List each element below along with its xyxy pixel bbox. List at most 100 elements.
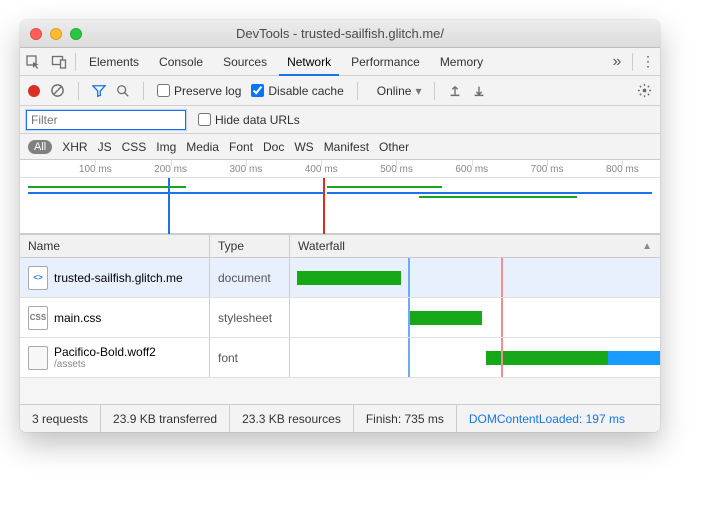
column-type-header[interactable]: Type xyxy=(210,235,290,257)
column-headers: Name Type Waterfall ▲ xyxy=(20,234,660,258)
device-toolbar-icon[interactable] xyxy=(46,49,72,75)
separator xyxy=(632,53,633,71)
type-filter-css[interactable]: CSS xyxy=(122,140,147,154)
status-domcontentloaded: DOMContentLoaded: 197 ms xyxy=(457,405,637,432)
request-waterfall-cell xyxy=(290,338,660,377)
type-filter-manifest[interactable]: Manifest xyxy=(324,140,369,154)
timeline-tick-label: 300 ms xyxy=(229,164,262,175)
type-filter-font[interactable]: Font xyxy=(229,140,253,154)
preserve-log-checkbox[interactable]: Preserve log xyxy=(157,84,241,98)
timeline-bar xyxy=(28,186,186,188)
throttling-value: Online xyxy=(377,84,412,98)
timeline-bar xyxy=(28,192,323,194)
waterfall-marker-line xyxy=(501,298,503,337)
devtools-window: DevTools - trusted-sailfish.glitch.me/ E… xyxy=(20,20,660,432)
request-type-filters: All XHR JS CSS Img Media Font Doc WS Manifest Othe… xyxy=(20,134,660,160)
timeline-tick-label: 800 ms xyxy=(606,164,639,175)
type-filter-ws[interactable]: WS xyxy=(294,140,313,154)
network-toolbar: Preserve log Disable cache Online ▾ xyxy=(20,76,660,106)
hide-data-urls-checkbox[interactable]: Hide data URLs xyxy=(198,113,300,127)
type-filter-doc[interactable]: Doc xyxy=(263,140,284,154)
request-name: main.css xyxy=(54,311,101,325)
download-har-icon[interactable] xyxy=(472,84,486,98)
request-row[interactable]: CSS main.css stylesheet xyxy=(20,298,660,338)
search-icon[interactable] xyxy=(116,84,130,98)
filter-toggle-icon[interactable] xyxy=(92,84,106,98)
more-tabs-button[interactable]: » xyxy=(605,53,629,71)
disable-cache-checkbox[interactable]: Disable cache xyxy=(251,84,343,98)
waterfall-marker-line xyxy=(408,298,410,337)
request-path: /assets xyxy=(54,359,156,370)
type-filter-other[interactable]: Other xyxy=(379,140,409,154)
inspect-element-icon[interactable] xyxy=(20,49,46,75)
type-filter-xhr[interactable]: XHR xyxy=(62,140,87,154)
timeline-tick-label: 400 ms xyxy=(305,164,338,175)
type-filter-img[interactable]: Img xyxy=(156,140,176,154)
request-row[interactable]: Pacifico-Bold.woff2/assets font xyxy=(20,338,660,378)
tab-elements[interactable]: Elements xyxy=(79,48,149,75)
overview-timeline[interactable]: 100 ms200 ms300 ms400 ms500 ms600 ms700 … xyxy=(20,160,660,234)
hide-data-urls-label: Hide data URLs xyxy=(215,113,300,127)
settings-menu-button[interactable]: ⋮ xyxy=(636,53,660,70)
file-icon xyxy=(28,346,48,370)
clear-button[interactable] xyxy=(50,83,65,98)
request-type: document xyxy=(210,258,290,297)
upload-har-icon[interactable] xyxy=(448,84,462,98)
type-filter-media[interactable]: Media xyxy=(186,140,219,154)
request-row[interactable]: <>trusted-sailfish.glitch.medocument xyxy=(20,258,660,298)
chevron-down-icon: ▾ xyxy=(415,84,421,98)
request-rows: <>trusted-sailfish.glitch.medocumentCSSm… xyxy=(20,258,660,378)
timeline-bar xyxy=(419,196,577,198)
timeline-marker-line xyxy=(323,178,325,234)
timeline-bar xyxy=(327,186,441,188)
panel-tabbar: ElementsConsoleSourcesNetworkPerformance… xyxy=(20,48,660,76)
request-waterfall-cell xyxy=(290,298,660,337)
status-bar: 3 requests 23.9 KB transferred 23.3 KB r… xyxy=(20,404,660,432)
separator xyxy=(434,82,435,100)
waterfall-marker-line xyxy=(408,338,410,377)
tab-console[interactable]: Console xyxy=(149,48,213,75)
waterfall-bar xyxy=(608,351,660,365)
disable-cache-label: Disable cache xyxy=(268,84,343,98)
type-filter-js[interactable]: JS xyxy=(98,140,112,154)
tab-performance[interactable]: Performance xyxy=(341,48,430,75)
file-icon: CSS xyxy=(28,306,48,330)
column-name-header[interactable]: Name xyxy=(20,235,210,257)
timeline-tick-label: 100 ms xyxy=(79,164,112,175)
filter-input[interactable] xyxy=(26,110,186,130)
status-finish: Finish: 735 ms xyxy=(354,405,457,432)
timeline-marker-line xyxy=(168,178,170,234)
request-waterfall-cell xyxy=(290,258,660,297)
separator xyxy=(143,82,144,100)
status-requests: 3 requests xyxy=(20,405,101,432)
titlebar: DevTools - trusted-sailfish.glitch.me/ xyxy=(20,20,660,48)
type-filter-all[interactable]: All xyxy=(28,140,52,154)
column-waterfall-header[interactable]: Waterfall ▲ xyxy=(290,235,660,257)
preserve-log-label: Preserve log xyxy=(174,84,241,98)
tab-network[interactable]: Network xyxy=(277,48,341,75)
timeline-tick-label: 200 ms xyxy=(154,164,187,175)
request-type: stylesheet xyxy=(210,298,290,337)
tab-sources[interactable]: Sources xyxy=(213,48,277,75)
separator xyxy=(75,53,76,71)
empty-space xyxy=(20,378,660,404)
status-transferred: 23.9 KB transferred xyxy=(101,405,230,432)
request-name: Pacifico-Bold.woff2 xyxy=(54,345,156,359)
status-resources: 23.3 KB resources xyxy=(230,405,354,432)
separator xyxy=(78,82,79,100)
request-name: trusted-sailfish.glitch.me xyxy=(54,271,183,285)
request-type: font xyxy=(210,338,290,377)
record-button[interactable] xyxy=(28,85,40,97)
waterfall-marker-line xyxy=(501,258,503,297)
network-settings-icon[interactable] xyxy=(637,83,652,98)
tab-memory[interactable]: Memory xyxy=(430,48,493,75)
timeline-bar xyxy=(327,192,652,194)
timeline-tick-label: 500 ms xyxy=(380,164,413,175)
separator xyxy=(357,82,358,100)
window-title: DevTools - trusted-sailfish.glitch.me/ xyxy=(20,26,660,41)
waterfall-bar xyxy=(297,271,401,285)
throttling-select[interactable]: Online ▾ xyxy=(377,84,422,98)
waterfall-bar xyxy=(486,351,608,365)
filter-row: Hide data URLs xyxy=(20,106,660,134)
timeline-tick-label: 600 ms xyxy=(455,164,488,175)
